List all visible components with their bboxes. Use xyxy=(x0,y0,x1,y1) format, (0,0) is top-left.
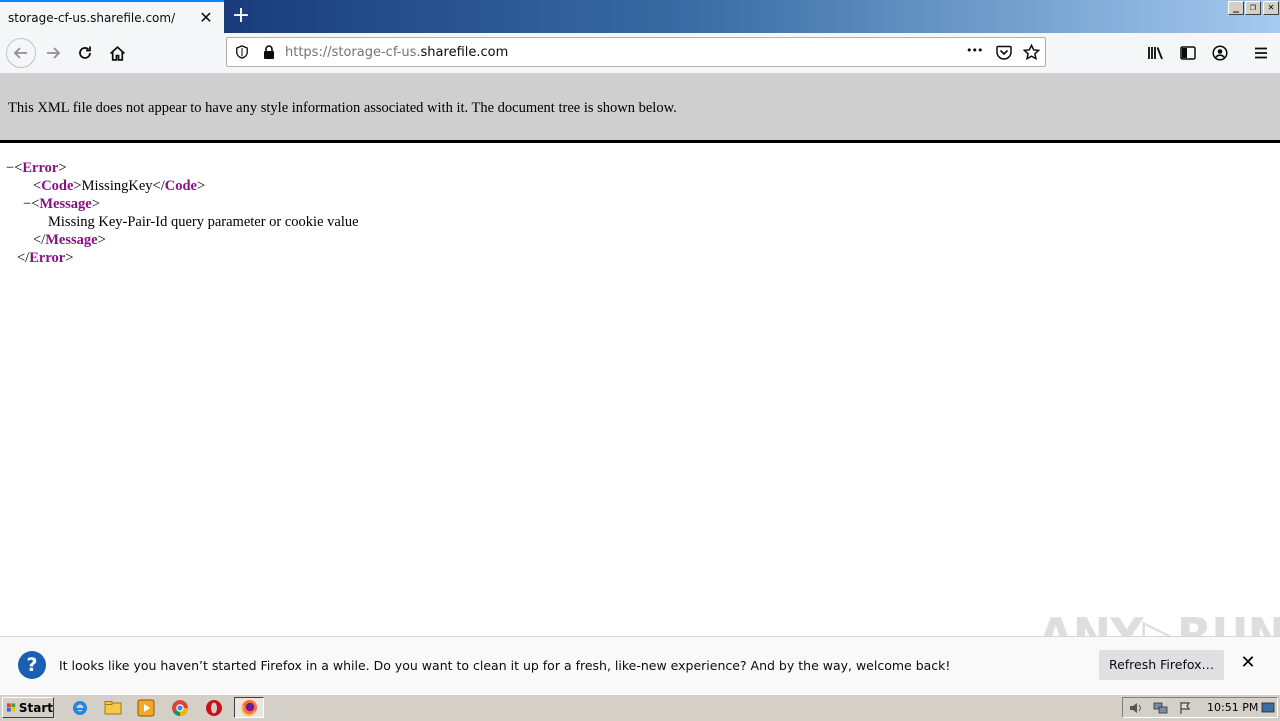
title-bar: storage-cf-us.sharefile.com/ ✕ + _ ❐ ✕ xyxy=(0,0,1280,33)
back-button[interactable] xyxy=(6,38,36,68)
taskbar-clock[interactable]: 10:51 PM xyxy=(1207,701,1258,714)
question-icon: ? xyxy=(18,651,46,679)
page-actions-icon[interactable]: ••• xyxy=(966,44,983,57)
nav-toolbar: https://storage-cf-us.sharefile.com ••• xyxy=(0,33,1280,74)
home-button[interactable] xyxy=(103,39,131,67)
account-icon xyxy=(1212,45,1228,61)
bookmark-star-icon[interactable] xyxy=(1023,44,1040,61)
url-bar[interactable]: https://storage-cf-us.sharefile.com ••• xyxy=(226,37,1046,67)
windows-logo-icon xyxy=(7,703,16,712)
notification-close-icon[interactable]: ✕ xyxy=(1240,654,1256,672)
xml-node-message-open: −<Message> xyxy=(23,196,100,212)
network-icon[interactable] xyxy=(1153,701,1168,715)
restore-button[interactable]: ❐ xyxy=(1245,1,1261,15)
xml-node-message-close: </Message> xyxy=(33,232,106,248)
show-desktop-icon[interactable] xyxy=(1261,701,1275,715)
tab-active[interactable]: storage-cf-us.sharefile.com/ ✕ xyxy=(0,0,224,33)
system-tray: 10:51 PM xyxy=(1122,697,1278,718)
reload-button[interactable] xyxy=(71,39,99,67)
menu-button[interactable] xyxy=(1247,39,1275,67)
code-value: MissingKey xyxy=(81,178,153,194)
hamburger-menu-icon xyxy=(1255,47,1267,59)
action-center-flag-icon[interactable] xyxy=(1179,701,1193,715)
url-prefix: https://storage-cf-us. xyxy=(285,45,421,60)
lock-icon[interactable] xyxy=(263,45,275,59)
notification-bar: ? It looks like you haven’t started Fire… xyxy=(0,636,1280,694)
library-icon xyxy=(1148,47,1163,60)
account-button[interactable] xyxy=(1206,39,1234,67)
opera-icon[interactable] xyxy=(205,699,223,717)
home-icon xyxy=(109,45,125,61)
arrow-left-icon xyxy=(13,47,27,59)
forward-button[interactable] xyxy=(39,39,67,67)
reload-icon xyxy=(79,46,91,59)
collapse-toggle[interactable]: − xyxy=(6,160,14,176)
refresh-firefox-button[interactable]: Refresh Firefox… xyxy=(1099,650,1224,680)
media-player-icon[interactable] xyxy=(137,699,155,717)
xml-node-error-open: −<Error> xyxy=(6,160,67,176)
volume-icon[interactable] xyxy=(1129,701,1143,715)
minimize-button[interactable]: _ xyxy=(1228,1,1244,15)
internet-explorer-icon[interactable] xyxy=(71,699,89,717)
url-host: sharefile.com xyxy=(420,45,509,60)
tab-title: storage-cf-us.sharefile.com/ xyxy=(8,10,176,25)
sidebar-icon xyxy=(1180,46,1196,60)
message-value: Missing Key-Pair-Id query parameter or c… xyxy=(48,214,359,230)
xml-info-banner: This XML file does not appear to have an… xyxy=(0,74,1280,143)
xml-node-error-close: </Error> xyxy=(17,250,74,266)
sidebar-button[interactable] xyxy=(1174,39,1202,67)
new-tab-button[interactable]: + xyxy=(229,4,253,28)
start-label: Start xyxy=(18,700,53,715)
shield-icon[interactable] xyxy=(235,45,249,59)
xml-node-code: <Code>MissingKey</Code> xyxy=(33,178,206,194)
file-explorer-icon[interactable] xyxy=(104,699,122,717)
tab-close-icon[interactable]: ✕ xyxy=(198,8,214,27)
arrow-right-icon xyxy=(47,47,61,59)
window-close-button[interactable]: ✕ xyxy=(1263,1,1279,15)
chrome-icon[interactable] xyxy=(171,699,189,717)
collapse-toggle[interactable]: − xyxy=(23,196,31,212)
firefox-icon xyxy=(240,699,257,716)
library-button[interactable] xyxy=(1142,39,1170,67)
taskbar: Start 10:51 PM xyxy=(0,694,1280,721)
taskbar-firefox-button[interactable] xyxy=(234,697,264,718)
notification-text: It looks like you haven’t started Firefo… xyxy=(59,658,951,673)
xml-info-text: This XML file does not appear to have an… xyxy=(8,100,677,116)
url-text[interactable]: https://storage-cf-us.sharefile.com xyxy=(285,45,508,60)
start-button[interactable]: Start xyxy=(2,697,54,718)
pocket-icon[interactable] xyxy=(996,45,1012,60)
